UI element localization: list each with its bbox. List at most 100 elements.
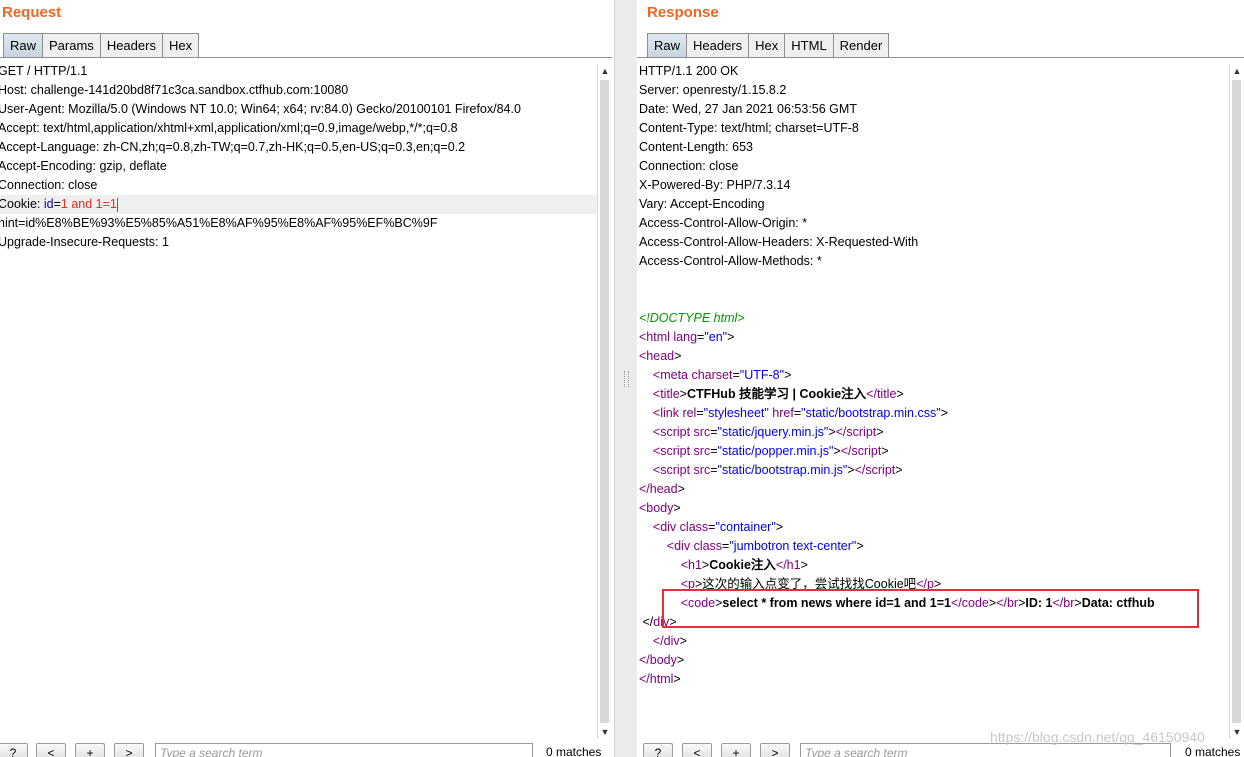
- code-token: >: [677, 482, 685, 496]
- code-token: >: [1074, 596, 1082, 610]
- response-body-line: <link rel="stylesheet" href="static/boot…: [637, 404, 1229, 423]
- request-search-input[interactable]: Type a search term: [155, 743, 533, 757]
- code-token: >: [933, 577, 942, 591]
- code-token: >: [847, 463, 855, 477]
- response-body-line: <div class="container">: [637, 518, 1229, 537]
- request-tab-hex[interactable]: Hex: [161, 33, 200, 58]
- code-token: href: [772, 406, 794, 420]
- code-token: </p: [916, 577, 934, 591]
- response-editor[interactable]: HTTP/1.1 200 OK Server: openresty/1.15.8.…: [637, 62, 1229, 735]
- scroll-up-icon[interactable]: ▲: [1231, 65, 1243, 77]
- response-tab-hex[interactable]: Hex: [748, 33, 786, 58]
- response-body-line: <body>: [637, 499, 1229, 518]
- next-match-button[interactable]: >: [760, 743, 790, 757]
- code-token: >: [940, 406, 948, 420]
- code-token: div: [653, 615, 670, 629]
- request-tab-headers[interactable]: Headers: [99, 33, 163, 58]
- code-token: ID: 1: [1025, 596, 1053, 610]
- scroll-down-icon[interactable]: ▼: [1231, 726, 1243, 738]
- response-body-line: <head>: [637, 347, 1229, 366]
- code-token: >: [800, 558, 808, 572]
- response-body-line: <p>这次的输入点变了，尝试找找Cookie吧</p>: [637, 575, 1229, 594]
- code-token: rel: [682, 406, 697, 420]
- response-body-line: <html lang="en">: [637, 328, 1229, 347]
- code-token: </h1: [775, 558, 801, 572]
- code-token: Cookie注入: [709, 558, 776, 572]
- response-search-input[interactable]: Type a search term: [800, 743, 1171, 757]
- cookie-label: Cookie:: [0, 197, 44, 211]
- response-header-line: Access-Control-Allow-Methods: *: [639, 254, 822, 268]
- code-token: =: [710, 444, 718, 458]
- request-line: Accept: text/html,application/xhtml+xml,…: [0, 121, 458, 135]
- scroll-thumb[interactable]: [600, 80, 609, 723]
- code-token: =: [732, 368, 740, 382]
- code-token: >: [876, 425, 884, 439]
- request-line: Connection: close: [0, 178, 98, 192]
- request-tab-raw[interactable]: Raw: [3, 33, 44, 58]
- response-body-line: </html>: [637, 670, 1229, 689]
- help-button[interactable]: ?: [0, 743, 28, 757]
- code-token: </code: [950, 596, 989, 610]
- response-header-line: Content-Type: text/html; charset=UTF-8: [639, 121, 859, 135]
- response-tab-raw[interactable]: Raw: [647, 33, 688, 58]
- response-tab-render[interactable]: Render: [832, 33, 890, 58]
- add-button[interactable]: +: [75, 743, 105, 757]
- response-header-line: Vary: Accept-Encoding: [639, 197, 765, 211]
- response-tab-html[interactable]: HTML: [784, 33, 834, 58]
- response-body-line: </body>: [637, 651, 1229, 670]
- code-token: </script: [840, 444, 882, 458]
- code-token: >: [674, 349, 682, 363]
- code-token: "static/jquery.min.js": [717, 425, 829, 439]
- code-token: <meta: [652, 368, 692, 382]
- code-token: >: [856, 539, 864, 553]
- cookie-value: 1 and 1=1: [60, 197, 117, 211]
- code-token: </br: [996, 596, 1019, 610]
- pane-splitter[interactable]: [614, 0, 639, 757]
- code-token: <h1: [680, 558, 702, 572]
- request-search-bar: ? < + > Type a search term 0 matches: [0, 743, 614, 757]
- code-token: </script: [854, 463, 896, 477]
- response-body-line: </div>: [637, 632, 1229, 651]
- response-header-line: Content-Length: 653: [639, 140, 753, 154]
- request-tabbar: Raw Params Headers Hex: [3, 33, 200, 58]
- scroll-thumb[interactable]: [1232, 80, 1241, 723]
- response-header-line: Connection: close: [639, 159, 739, 173]
- response-scrollbar[interactable]: ▲ ▼: [1229, 64, 1244, 739]
- request-scrollbar[interactable]: ▲ ▼: [597, 64, 612, 739]
- response-title: Response: [647, 4, 719, 21]
- text-caret: [116, 197, 118, 212]
- previous-match-button[interactable]: <: [682, 743, 712, 757]
- code-token: </body: [639, 653, 677, 667]
- help-button[interactable]: ?: [643, 743, 673, 757]
- code-token: =: [696, 406, 704, 420]
- code-token: <div: [666, 539, 694, 553]
- code-token: </html: [639, 672, 674, 686]
- request-editor[interactable]: GET / HTTP/1.1 Host: challenge-141d20bd8f…: [0, 62, 597, 735]
- code-token: >: [895, 463, 903, 477]
- scroll-up-icon[interactable]: ▲: [599, 65, 611, 77]
- code-token: >: [679, 634, 687, 648]
- next-match-button[interactable]: >: [114, 743, 144, 757]
- add-button[interactable]: +: [721, 743, 751, 757]
- code-token: >: [881, 444, 889, 458]
- request-line: Host: challenge-141d20bd8f71c3ca.sandbox…: [0, 83, 349, 97]
- response-tab-headers[interactable]: Headers: [686, 33, 750, 58]
- request-tab-params[interactable]: Params: [42, 33, 101, 58]
- code-token: <link: [652, 406, 683, 420]
- response-body-line: </div>: [637, 613, 1229, 632]
- splitter-grip-icon[interactable]: [624, 371, 629, 387]
- response-body-line: <script src="static/jquery.min.js"></scr…: [637, 423, 1229, 442]
- cookie-eq: =: [53, 197, 61, 211]
- response-header-line: Server: openresty/1.15.8.2: [639, 83, 787, 97]
- response-header-line: X-Powered-By: PHP/7.3.14: [639, 178, 791, 192]
- scroll-down-icon[interactable]: ▼: [599, 726, 611, 738]
- response-tab-underline: [637, 57, 1244, 58]
- code-token: </: [639, 615, 654, 629]
- previous-match-button[interactable]: <: [36, 743, 66, 757]
- code-token: =: [710, 463, 718, 477]
